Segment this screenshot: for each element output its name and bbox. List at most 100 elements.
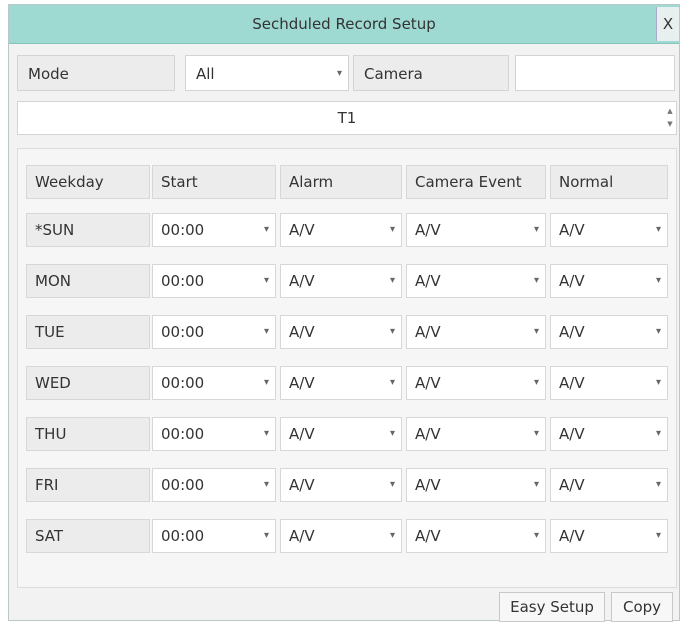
alarm-select[interactable]: A/V ▾: [280, 366, 402, 400]
header-label: Normal: [559, 173, 614, 191]
start-time-select[interactable]: 00:00 ▾: [152, 468, 276, 502]
select-value: A/V: [289, 425, 315, 443]
camera-event-select[interactable]: A/V ▾: [406, 264, 546, 298]
weekday-label: THU: [26, 417, 150, 451]
mode-label: Mode: [28, 65, 69, 83]
camera-event-select[interactable]: A/V ▾: [406, 417, 546, 451]
normal-select[interactable]: A/V ▾: [550, 366, 668, 400]
chevron-down-icon: ▾: [263, 377, 269, 388]
select-value: A/V: [559, 476, 585, 494]
weekday-label: MON: [26, 264, 150, 298]
close-button[interactable]: X: [656, 7, 679, 41]
header-alarm: Alarm: [280, 165, 402, 199]
chevron-down-icon: ▾: [389, 530, 395, 541]
start-time-select[interactable]: 00:00 ▾: [152, 366, 276, 400]
weekday-text: *SUN: [35, 221, 75, 239]
select-value: 00:00: [161, 425, 205, 443]
normal-select[interactable]: A/V ▾: [550, 519, 668, 553]
alarm-select[interactable]: A/V ▾: [280, 264, 402, 298]
camera-event-select[interactable]: A/V ▾: [406, 366, 546, 400]
chevron-down-icon: ▾: [533, 530, 539, 541]
select-value: A/V: [289, 323, 315, 341]
chevron-down-icon: ▾: [389, 377, 395, 388]
weekday-text: FRI: [35, 476, 59, 494]
weekly-schedule-table: Weekday Start Alarm Camera Event Normal *SUN 0…: [17, 148, 677, 588]
select-value: 00:00: [161, 476, 205, 494]
camera-label: Camera: [364, 65, 423, 83]
chevron-down-icon: ▾: [533, 479, 539, 490]
dialog-title: Sechduled Record Setup: [252, 15, 436, 33]
chevron-down-icon: ▾: [263, 224, 269, 235]
header-normal: Normal: [550, 165, 668, 199]
chevron-down-icon: ▾: [389, 428, 395, 439]
select-value: A/V: [289, 272, 315, 290]
record-setup-dialog: Sechduled Record Setup X Mode All ▾ Came…: [8, 4, 680, 622]
select-value: A/V: [289, 221, 315, 239]
header-label: Weekday: [35, 173, 104, 191]
title-bar: Sechduled Record Setup X: [9, 5, 679, 44]
weekday-label: *SUN: [26, 213, 150, 247]
mode-label-cell: Mode: [17, 55, 175, 91]
schedule-value: T1: [337, 109, 357, 127]
chevron-down-icon: ▾: [655, 377, 661, 388]
select-value: A/V: [559, 323, 585, 341]
select-value: A/V: [559, 527, 585, 545]
header-label: Alarm: [289, 173, 334, 191]
camera-label-cell: Camera: [353, 55, 509, 91]
camera-event-select[interactable]: A/V ▾: [406, 468, 546, 502]
mode-select[interactable]: All ▾: [185, 55, 349, 91]
schedule-selector[interactable]: T1 ▲ ▼: [17, 101, 677, 135]
weekday-label: WED: [26, 366, 150, 400]
chevron-down-icon: ▾: [263, 479, 269, 490]
weekday-label: TUE: [26, 315, 150, 349]
select-value: 00:00: [161, 374, 205, 392]
camera-event-select[interactable]: A/V ▾: [406, 315, 546, 349]
chevron-down-icon: ▾: [533, 275, 539, 286]
camera-event-select[interactable]: A/V ▾: [406, 213, 546, 247]
normal-select[interactable]: A/V ▾: [550, 417, 668, 451]
select-value: A/V: [415, 323, 441, 341]
select-value: A/V: [415, 272, 441, 290]
easy-setup-button[interactable]: Easy Setup: [499, 592, 605, 622]
normal-select[interactable]: A/V ▾: [550, 264, 668, 298]
weekday-text: MON: [35, 272, 71, 290]
select-value: A/V: [559, 272, 585, 290]
select-value: 00:00: [161, 221, 205, 239]
chevron-down-icon: ▾: [655, 428, 661, 439]
weekday-text: WED: [35, 374, 71, 392]
alarm-select[interactable]: A/V ▾: [280, 417, 402, 451]
weekday-label: FRI: [26, 468, 150, 502]
select-value: A/V: [415, 476, 441, 494]
weekday-label: SAT: [26, 519, 150, 553]
chevron-down-icon: ▾: [389, 275, 395, 286]
chevron-down-icon: ▾: [533, 428, 539, 439]
weekday-text: THU: [35, 425, 67, 443]
normal-select[interactable]: A/V ▾: [550, 213, 668, 247]
select-value: A/V: [415, 221, 441, 239]
start-time-select[interactable]: 00:00 ▾: [152, 417, 276, 451]
normal-select[interactable]: A/V ▾: [550, 315, 668, 349]
spinner-arrows-icon[interactable]: ▲ ▼: [665, 105, 675, 131]
alarm-select[interactable]: A/V ▾: [280, 519, 402, 553]
chevron-down-icon: ▾: [655, 530, 661, 541]
normal-select[interactable]: A/V ▾: [550, 468, 668, 502]
chevron-down-icon: ▾: [263, 428, 269, 439]
start-time-select[interactable]: 00:00 ▾: [152, 315, 276, 349]
start-time-select[interactable]: 00:00 ▾: [152, 264, 276, 298]
copy-button[interactable]: Copy: [611, 592, 673, 622]
alarm-select[interactable]: A/V ▾: [280, 213, 402, 247]
alarm-select[interactable]: A/V ▾: [280, 468, 402, 502]
mode-value: All: [196, 65, 215, 83]
camera-field[interactable]: [515, 55, 675, 91]
select-value: A/V: [289, 527, 315, 545]
weekday-text: SAT: [35, 527, 64, 545]
select-value: A/V: [415, 527, 441, 545]
camera-event-select[interactable]: A/V ▾: [406, 519, 546, 553]
chevron-down-icon: ▾: [533, 377, 539, 388]
select-value: 00:00: [161, 527, 205, 545]
alarm-select[interactable]: A/V ▾: [280, 315, 402, 349]
start-time-select[interactable]: 00:00 ▾: [152, 213, 276, 247]
start-time-select[interactable]: 00:00 ▾: [152, 519, 276, 553]
chevron-down-icon: ▾: [655, 479, 661, 490]
chevron-down-icon: ▾: [655, 326, 661, 337]
